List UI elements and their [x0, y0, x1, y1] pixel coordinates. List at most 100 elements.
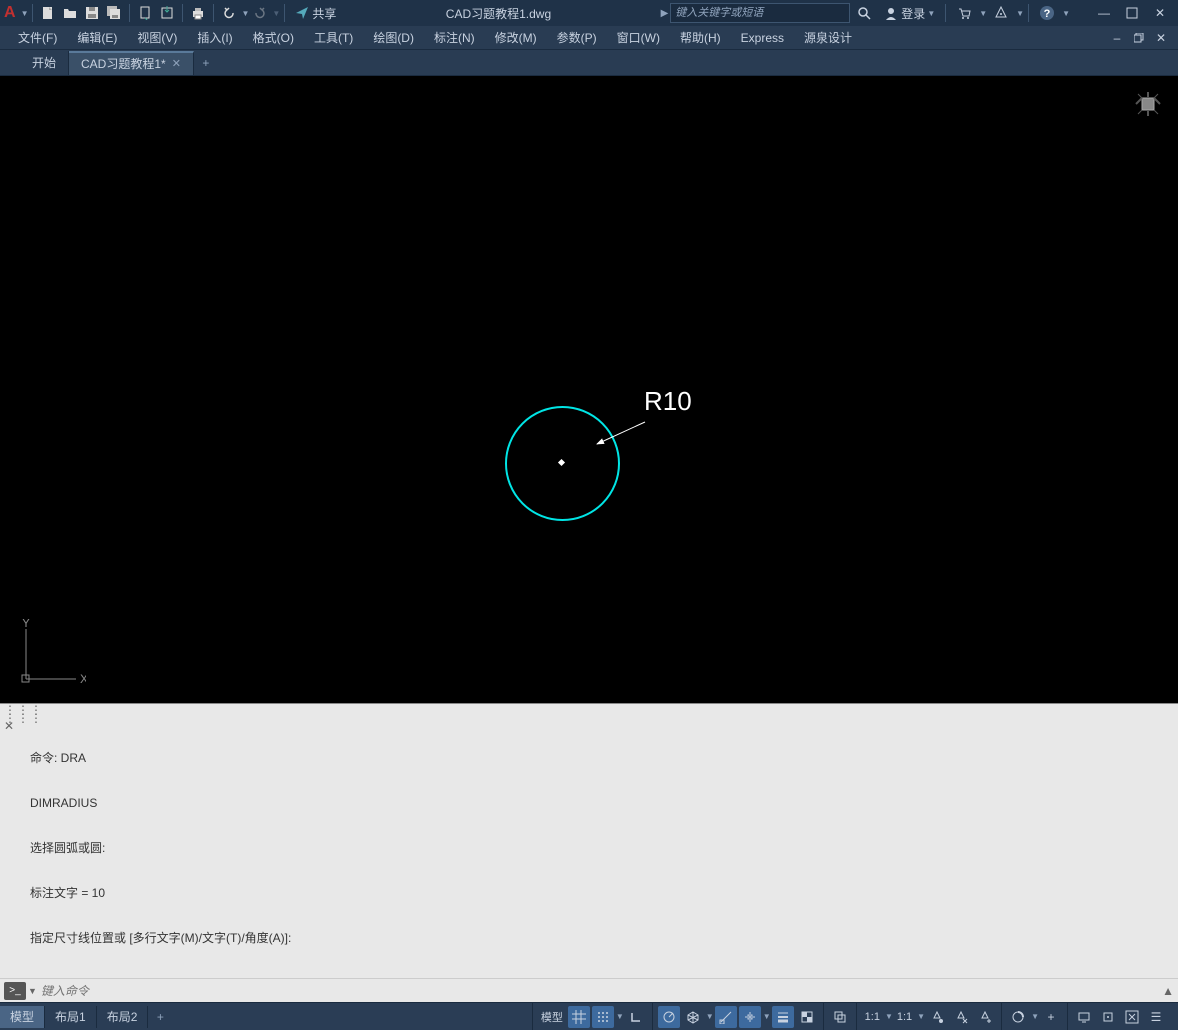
share-button[interactable]: 共享 — [295, 5, 336, 22]
doc-tab-close-icon[interactable]: ✕ — [172, 57, 181, 70]
help-icon[interactable]: ? — [1035, 1, 1059, 25]
doc-tab-label: 开始 — [32, 54, 56, 71]
menu-edit[interactable]: 编辑(E) — [67, 26, 127, 50]
doc-tab-start[interactable]: 开始 — [20, 51, 69, 75]
isolate-icon[interactable] — [1097, 1006, 1119, 1028]
undo-icon[interactable] — [219, 3, 239, 23]
otrack-dropdown-icon[interactable]: ▼ — [763, 1012, 771, 1021]
open-file-icon[interactable] — [60, 3, 80, 23]
transparency-icon[interactable] — [796, 1006, 818, 1028]
search-input[interactable]: 键入关键字或短语 — [670, 3, 850, 23]
otrack-icon[interactable] — [739, 1006, 761, 1028]
menu-dimension[interactable]: 标注(N) — [424, 26, 485, 50]
doc-close-icon[interactable]: ✕ — [1151, 28, 1171, 48]
layout-tab-model[interactable]: 模型 — [0, 1006, 45, 1028]
ucs-icon: X Y — [16, 619, 86, 689]
doc-tab-label: CAD习题教程1* — [81, 55, 166, 72]
ortho-icon[interactable] — [625, 1006, 647, 1028]
app-logo-icon: A — [4, 4, 16, 22]
lineweight-icon[interactable] — [772, 1006, 794, 1028]
workspace-icon[interactable] — [1007, 1006, 1029, 1028]
iso-icon[interactable] — [682, 1006, 704, 1028]
help-dropdown-icon[interactable]: ▼ — [1062, 9, 1070, 18]
command-panel: ⋮⋮⋮⋮⋮⋮✕ 命令: DRA DIMRADIUS 选择圆弧或圆: 标注文字 =… — [0, 703, 1178, 1002]
menu-yuanquan[interactable]: 源泉设计 — [794, 26, 862, 50]
drawing-canvas[interactable]: R10 X Y — [0, 76, 1178, 703]
login-dropdown-icon[interactable]: ▼ — [927, 9, 935, 18]
cycle-icon[interactable] — [829, 1006, 851, 1028]
doc-restore-icon[interactable] — [1129, 28, 1149, 48]
scale-alt-button[interactable]: 1:1 — [893, 1011, 916, 1023]
layout-tab-layout2[interactable]: 布局2 — [97, 1006, 149, 1028]
snap-icon[interactable] — [592, 1006, 614, 1028]
app-menu-dropdown-icon[interactable]: ▼ — [21, 9, 29, 18]
autodesk-app-icon[interactable] — [989, 1, 1013, 25]
monitor-icon[interactable] — [1073, 1006, 1095, 1028]
osnap-icon[interactable] — [715, 1006, 737, 1028]
menu-insert[interactable]: 插入(I) — [187, 26, 242, 50]
menu-draw[interactable]: 绘图(D) — [363, 26, 424, 50]
menu-format[interactable]: 格式(O) — [243, 26, 304, 50]
title-bar: A ▼ ▼ ▼ 共享 CAD习题教程1.dwg ▶ 键入关键字或短语 登录 ▼ … — [0, 0, 1178, 26]
cart-dropdown-icon[interactable]: ▼ — [979, 9, 987, 18]
layout-tabs: 模型 布局1 布局2 + — [0, 1003, 172, 1030]
command-input[interactable] — [41, 984, 1156, 998]
command-drag-handle-icon[interactable]: ⋮⋮⋮⋮⋮⋮✕ — [4, 706, 22, 730]
layout-add-button[interactable]: + — [148, 1010, 172, 1024]
save-icon[interactable] — [82, 3, 102, 23]
menu-file[interactable]: 文件(F) — [8, 26, 67, 50]
redo-icon[interactable] — [250, 3, 270, 23]
close-button[interactable]: ✕ — [1148, 1, 1172, 25]
open-web-icon[interactable] — [135, 3, 155, 23]
document-tabs: 开始 CAD习题教程1* ✕ + — [0, 50, 1178, 76]
menu-tools[interactable]: 工具(T) — [304, 26, 363, 50]
scale-dropdown-icon[interactable]: ▼ — [885, 1012, 893, 1021]
login-button[interactable]: 登录 ▼ — [884, 5, 935, 22]
layout-tab-layout1[interactable]: 布局1 — [45, 1006, 97, 1028]
undo-dropdown-icon[interactable]: ▼ — [241, 9, 249, 18]
redo-dropdown-icon[interactable]: ▼ — [272, 9, 280, 18]
annotation-auto-icon[interactable] — [950, 1006, 972, 1028]
command-expand-icon[interactable]: ▲ — [1162, 984, 1174, 998]
polar-icon[interactable] — [658, 1006, 680, 1028]
viewcube-icon[interactable] — [1130, 86, 1166, 122]
workspace-dropdown-icon[interactable]: ▼ — [1031, 1012, 1039, 1021]
model-space-button[interactable]: 模型 — [537, 1009, 567, 1025]
customize-icon[interactable]: ☰ — [1145, 1006, 1167, 1028]
command-prompt-icon[interactable]: >_ — [4, 982, 26, 1000]
doc-tab-current[interactable]: CAD习题教程1* ✕ — [69, 51, 194, 75]
new-file-icon[interactable] — [38, 3, 58, 23]
command-history-line: DIMRADIUS — [30, 796, 1172, 811]
menu-view[interactable]: 视图(V) — [127, 26, 187, 50]
clean-screen-icon[interactable] — [1121, 1006, 1143, 1028]
menu-help[interactable]: 帮助(H) — [670, 26, 731, 50]
new-tab-button[interactable]: + — [194, 51, 218, 75]
grid-icon[interactable] — [568, 1006, 590, 1028]
command-history: ⋮⋮⋮⋮⋮⋮✕ 命令: DRA DIMRADIUS 选择圆弧或圆: 标注文字 =… — [0, 704, 1178, 978]
print-icon[interactable] — [188, 3, 208, 23]
dimension-text[interactable]: R10 — [644, 386, 692, 417]
maximize-button[interactable] — [1120, 1, 1144, 25]
doc-minimize-icon[interactable]: – — [1107, 28, 1127, 48]
menu-window[interactable]: 窗口(W) — [607, 26, 670, 50]
command-chevron-icon[interactable]: ▼ — [28, 986, 37, 996]
save-all-icon[interactable] — [104, 3, 124, 23]
menu-parametric[interactable]: 参数(P) — [547, 26, 607, 50]
command-input-row: >_ ▼ ▲ — [0, 978, 1178, 1002]
iso-dropdown-icon[interactable]: ▼ — [706, 1012, 714, 1021]
menu-express[interactable]: Express — [731, 26, 794, 50]
annotation-add-icon[interactable] — [974, 1006, 996, 1028]
cart-icon[interactable] — [952, 1, 976, 25]
snap-dropdown-icon[interactable]: ▼ — [616, 1012, 624, 1021]
menu-modify[interactable]: 修改(M) — [485, 26, 547, 50]
search-dropdown-icon[interactable]: ▶ — [661, 8, 669, 19]
annotation-scale-icon[interactable] — [926, 1006, 948, 1028]
crosshair-icon[interactable]: + — [1040, 1006, 1062, 1028]
scale-button[interactable]: 1:1 — [861, 1011, 884, 1023]
scale-alt-dropdown-icon[interactable]: ▼ — [917, 1012, 925, 1021]
save-web-icon[interactable] — [157, 3, 177, 23]
share-icon — [295, 6, 309, 20]
search-button-icon[interactable] — [852, 1, 876, 25]
app-dropdown-icon[interactable]: ▼ — [1016, 9, 1024, 18]
minimize-button[interactable]: — — [1092, 1, 1116, 25]
